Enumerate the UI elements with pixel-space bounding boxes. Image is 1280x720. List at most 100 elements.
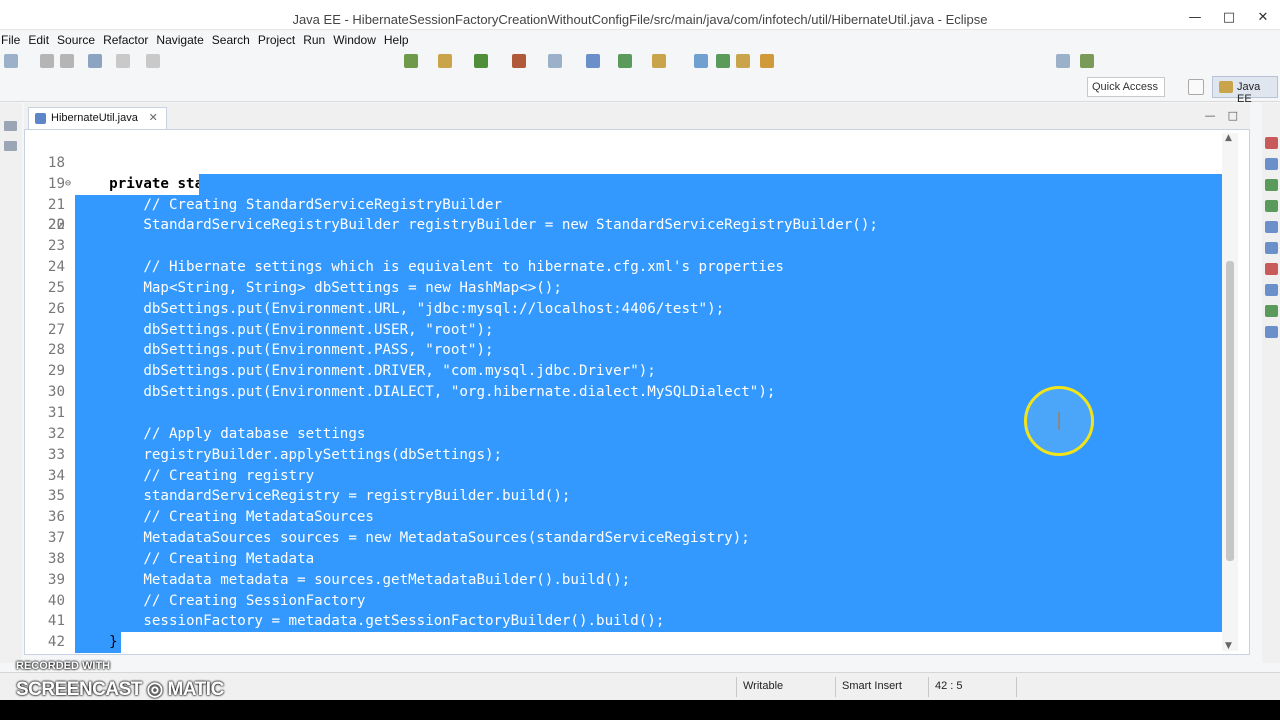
task-icon[interactable] xyxy=(736,54,750,68)
line-text[interactable]: dbSettings.put(Environment.URL, "jdbc:my… xyxy=(75,299,724,320)
code-line[interactable]: 29 dbSettings.put(Environment.DRIVER, "c… xyxy=(25,361,1225,383)
snippets-icon[interactable] xyxy=(1265,221,1278,233)
close-button[interactable]: ✕ xyxy=(1246,10,1280,25)
run-green-icon[interactable] xyxy=(474,54,488,68)
code-line[interactable]: 24 // Hibernate settings which is equiva… xyxy=(25,257,1225,278)
save-all-icon[interactable] xyxy=(60,54,74,68)
code-line[interactable]: 38 // Creating Metadata xyxy=(25,548,1225,570)
line-text[interactable]: // Creating Metadata xyxy=(75,549,314,570)
code-line[interactable]: 41 sessionFactory = metadata.getSessionF… xyxy=(25,611,1225,633)
open-type-icon[interactable] xyxy=(694,54,708,68)
code-line[interactable]: 40 // Creating SessionFactory xyxy=(25,590,1225,612)
servers-icon[interactable] xyxy=(1265,179,1278,191)
search-icon[interactable] xyxy=(716,54,730,68)
line-text[interactable]: dbSettings.put(Environment.PASS, "root")… xyxy=(75,340,493,361)
menu-source[interactable]: Source xyxy=(56,33,102,47)
nav-back-icon[interactable] xyxy=(1056,54,1070,68)
scroll-up-icon[interactable]: ▲ xyxy=(1225,133,1232,143)
menu-window[interactable]: Window xyxy=(332,33,383,47)
editor-tab-hibernateutil[interactable]: HibernateUtil.java ✕ xyxy=(28,107,167,129)
properties-icon[interactable] xyxy=(1265,284,1278,296)
line-text[interactable]: // Creating MetadataSources xyxy=(75,507,374,528)
cut-icon[interactable] xyxy=(116,54,130,68)
line-text[interactable]: // Hibernate settings which is equivalen… xyxy=(75,257,784,278)
new-icon[interactable] xyxy=(4,54,18,68)
menu-run[interactable]: Run xyxy=(302,33,332,47)
line-text[interactable]: } xyxy=(75,632,118,653)
stop-icon[interactable] xyxy=(512,54,526,68)
debug-icon[interactable] xyxy=(404,54,418,68)
minimize-editor-icon[interactable]: — xyxy=(1205,109,1216,122)
code-line[interactable]: 25 Map<String, String> dbSettings = new … xyxy=(25,277,1225,299)
menu-search[interactable]: Search xyxy=(211,33,257,47)
line-text[interactable]: Metadata metadata = sources.getMetadataB… xyxy=(75,570,630,591)
minimize-button[interactable]: — xyxy=(1178,10,1212,25)
code-line[interactable]: 23 xyxy=(25,236,1225,258)
quick-access-input[interactable]: Quick Access xyxy=(1087,77,1165,97)
perspective-java-ee-button[interactable]: Java EE xyxy=(1212,76,1278,105)
save-icon[interactable] xyxy=(40,54,54,68)
code-line[interactable]: 22 StandardServiceRegistryBuilder regist… xyxy=(25,215,1225,237)
code-line[interactable]: 20 ⊖ static { xyxy=(25,173,1225,275)
menu-help[interactable]: Help xyxy=(383,33,416,47)
task-list-icon[interactable] xyxy=(1265,158,1278,170)
code-line[interactable]: 21 // Creating StandardServiceRegistryBu… xyxy=(25,194,1225,216)
line-text[interactable]: // Creating StandardServiceRegistryBuild… xyxy=(75,195,502,216)
nav-forward-icon[interactable] xyxy=(1080,54,1094,68)
close-tab-icon[interactable]: ✕ xyxy=(149,111,158,124)
package-explorer-icon[interactable] xyxy=(4,141,17,151)
line-number: 31 xyxy=(47,404,65,421)
restore-icon[interactable] xyxy=(4,121,17,131)
search-view-icon[interactable] xyxy=(1265,326,1278,338)
code-line[interactable]: 18 private static SessionFactory session… xyxy=(25,132,1225,192)
code-line[interactable]: 19 xyxy=(25,153,1225,192)
code-line[interactable]: 42 } xyxy=(25,632,1225,654)
outline-icon[interactable] xyxy=(1265,137,1278,149)
line-text[interactable]: dbSettings.put(Environment.DRIVER, "com.… xyxy=(75,361,656,382)
run-icon[interactable] xyxy=(438,54,452,68)
copy-icon[interactable] xyxy=(146,54,160,68)
markers-icon[interactable] xyxy=(1265,305,1278,317)
menu-file[interactable]: File xyxy=(0,33,27,47)
line-text[interactable]: MetadataSources sources = new MetadataSo… xyxy=(75,528,749,549)
problems-icon[interactable] xyxy=(1265,263,1278,275)
menu-refactor[interactable]: Refactor xyxy=(102,33,155,47)
code-line[interactable]: 27 dbSettings.put(Environment.USER, "roo… xyxy=(25,319,1225,341)
code-line[interactable]: 37 MetadataSources sources = new Metadat… xyxy=(25,528,1225,549)
server-icon[interactable] xyxy=(586,54,600,68)
editor-vertical-scrollbar[interactable]: ▲ ▼ xyxy=(1222,133,1238,651)
scroll-down-icon[interactable]: ▼ xyxy=(1225,641,1232,651)
data-source-icon[interactable] xyxy=(1265,200,1278,212)
code-line[interactable]: 35 standardServiceRegistry = registryBui… xyxy=(25,486,1225,508)
scroll-thumb[interactable] xyxy=(1226,261,1234,561)
package-icon[interactable] xyxy=(652,54,666,68)
code-line[interactable]: 34 // Creating registry xyxy=(25,465,1225,487)
deploy-icon[interactable] xyxy=(618,54,632,68)
line-text[interactable]: Map<String, String> dbSettings = new Has… xyxy=(75,278,562,299)
line-text[interactable]: sessionFactory = metadata.getSessionFact… xyxy=(75,611,664,632)
open-perspective-icon[interactable] xyxy=(1188,79,1204,95)
console-icon[interactable] xyxy=(1265,242,1278,254)
line-text[interactable]: // Creating registry xyxy=(75,466,314,487)
folder-icon[interactable] xyxy=(760,54,774,68)
line-text[interactable]: registryBuilder.applySettings(dbSettings… xyxy=(75,445,502,466)
fold-collapse-icon[interactable]: ⊖ xyxy=(65,174,71,195)
code-line[interactable]: 39 Metadata metadata = sources.getMetada… xyxy=(25,569,1225,591)
maximize-button[interactable]: □ xyxy=(1212,10,1246,25)
line-text[interactable]: // Creating SessionFactory xyxy=(75,591,365,612)
line-text[interactable]: StandardServiceRegistryBuilder registryB… xyxy=(75,215,878,236)
line-text[interactable]: dbSettings.put(Environment.USER, "root")… xyxy=(75,320,493,341)
code-line[interactable]: 28 dbSettings.put(Environment.PASS, "roo… xyxy=(25,340,1225,362)
line-text[interactable]: dbSettings.put(Environment.DIALECT, "org… xyxy=(75,382,775,403)
line-text[interactable]: standardServiceRegistry = registryBuilde… xyxy=(75,486,570,507)
code-line[interactable]: 26 dbSettings.put(Environment.URL, "jdbc… xyxy=(25,298,1225,320)
menu-project[interactable]: Project xyxy=(257,33,302,47)
editor-tab-label: HibernateUtil.java xyxy=(51,112,138,124)
print-icon[interactable] xyxy=(88,54,102,68)
menu-edit[interactable]: Edit xyxy=(27,33,56,47)
menu-navigate[interactable]: Navigate xyxy=(155,33,210,47)
code-line[interactable]: 36 // Creating MetadataSources xyxy=(25,507,1225,529)
build-icon[interactable] xyxy=(548,54,562,68)
maximize-editor-icon[interactable]: □ xyxy=(1228,109,1238,122)
line-text[interactable]: // Apply database settings xyxy=(75,424,365,445)
